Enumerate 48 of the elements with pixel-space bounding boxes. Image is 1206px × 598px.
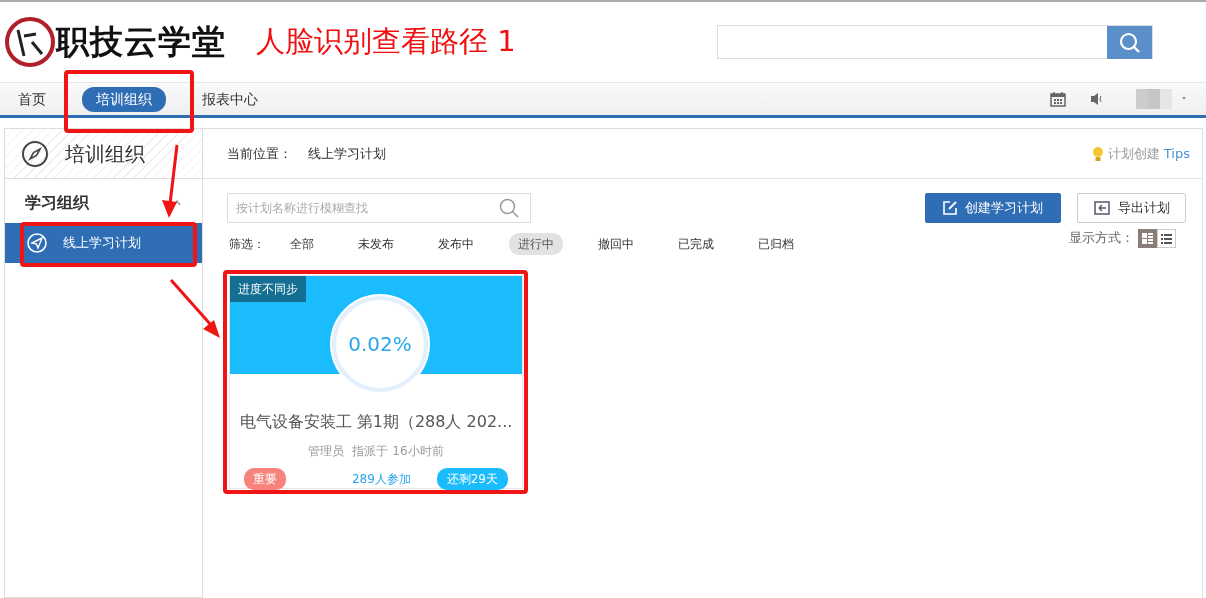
list-view-toggle[interactable] — [1157, 228, 1176, 248]
breadcrumb-current: 线上学习计划 — [308, 144, 386, 163]
plan-title: 电气设备安装工 第1期（288人 202... — [239, 411, 513, 433]
search-button[interactable] — [1107, 26, 1152, 59]
nav-tab[interactable]: 首页 — [18, 86, 60, 112]
edit-icon — [943, 201, 957, 215]
nav-tab[interactable]: 培训组织 — [82, 86, 166, 112]
tips-link[interactable]: Tips — [1163, 143, 1190, 164]
search-field[interactable] — [717, 25, 1153, 59]
breadcrumb-label: 当前位置： — [227, 144, 292, 163]
status-tag: 进度不同步 — [230, 276, 306, 302]
participant-count: 289人参加 — [351, 471, 411, 488]
calendar-icon — [1050, 91, 1066, 107]
owner-text: 管理员 — [308, 443, 345, 460]
sidebar-title: 培训组织 — [65, 140, 145, 168]
annotation-arrow — [169, 279, 220, 338]
filter-option[interactable]: 已归档 — [749, 233, 803, 255]
tips-text: 计划创建 — [1107, 144, 1160, 163]
filter-option[interactable]: 已完成 — [669, 233, 723, 255]
create-button[interactable]: 创建学习计划 — [925, 193, 1061, 223]
compass-icon — [21, 139, 49, 168]
logo-icon — [4, 16, 56, 68]
sidebar-group-label: 学习组织 — [25, 192, 89, 214]
paper-plane-icon — [27, 233, 47, 253]
filter-option[interactable]: 未发布 — [349, 233, 403, 255]
logo-text: 职技云学堂 — [56, 21, 226, 64]
assigned-time: 指派于 16小时前 — [352, 443, 444, 460]
progress-percent: 0.02% — [348, 331, 412, 358]
nav-tab[interactable]: 报表中心 — [188, 86, 272, 112]
export-icon — [1093, 201, 1110, 215]
display-mode-label: 显示方式： — [1069, 229, 1134, 248]
speaker-icon — [1090, 92, 1104, 106]
export-button[interactable]: 导出计划 — [1077, 193, 1186, 223]
search-icon — [1118, 31, 1141, 54]
search-icon — [499, 198, 519, 218]
filter-option[interactable]: 进行中 — [509, 233, 563, 255]
filter-option[interactable]: 撤回中 — [589, 233, 643, 255]
filter-option[interactable]: 全部 — [281, 233, 323, 255]
filter-label: 筛选： — [229, 236, 265, 253]
annotation-caption: 人脸识别查看路径 1 — [256, 23, 516, 61]
lightbulb-icon — [1091, 145, 1104, 162]
sidebar-item-label: 线上学习计划 — [63, 234, 141, 253]
search-field[interactable]: 按计划名称进行模糊查找 — [227, 193, 531, 223]
grid-view-toggle[interactable] — [1138, 228, 1157, 248]
days-remaining-badge: 还剩29天 — [436, 468, 508, 490]
plan-card[interactable]: 进度不同步 0.02% 电气设备安装工 第1期（288人 202... 管理员 指派于 16小时前 重要 289人参加 还剩29天 — [229, 275, 523, 489]
priority-badge: 重要 — [244, 468, 286, 490]
filter-option[interactable]: 发布中 — [429, 233, 483, 255]
